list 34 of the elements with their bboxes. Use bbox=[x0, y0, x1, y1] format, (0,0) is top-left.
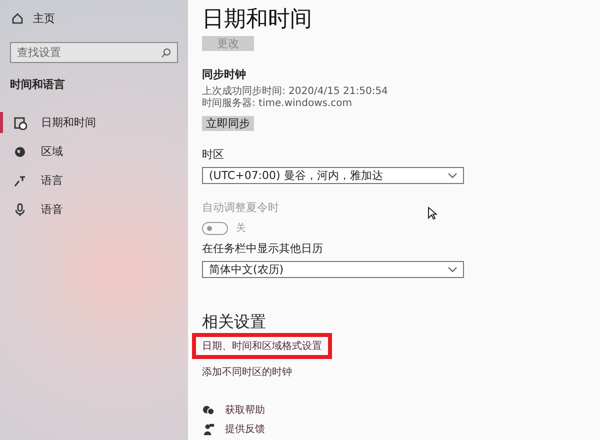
language-icon bbox=[13, 174, 27, 188]
time-server-text: 时间服务器: time.windows.com bbox=[202, 98, 352, 110]
toggle-state: 关 bbox=[236, 222, 246, 235]
microphone-icon bbox=[13, 202, 27, 216]
person-icon bbox=[202, 422, 215, 436]
help-link[interactable]: 提供反馈 bbox=[225, 422, 265, 436]
sync-now-button[interactable]: 立即同步 bbox=[202, 116, 254, 131]
mouse-cursor-icon bbox=[428, 207, 437, 220]
calendar-clock-icon bbox=[13, 116, 27, 130]
settings-link[interactable]: 日期、时间和区域格式设置 bbox=[192, 333, 332, 359]
section-heading: 时间和语言 bbox=[10, 77, 66, 92]
search-icon bbox=[161, 48, 171, 58]
nav-item[interactable]: 语言 bbox=[0, 170, 178, 191]
field-label: 自动调整夏令时 bbox=[202, 200, 279, 215]
field-label: 在任务栏中显示其他日历 bbox=[202, 241, 323, 256]
home-icon bbox=[12, 12, 23, 24]
calendar-dropdown[interactable]: 简体中文(农历) bbox=[202, 261, 464, 278]
settings-link[interactable]: 添加不同时区的时钟 bbox=[192, 359, 302, 385]
chevron-down-icon bbox=[448, 173, 457, 178]
timezone-dropdown[interactable]: (UTC+07:00) 曼谷，河内，雅加达 bbox=[202, 167, 464, 184]
nav-item[interactable]: 语音 bbox=[0, 199, 178, 220]
search-field[interactable]: 查找设置 bbox=[10, 42, 178, 63]
help-link[interactable]: 获取帮助 bbox=[225, 403, 265, 417]
chevron-down-icon bbox=[448, 267, 457, 272]
nav-item[interactable]: 区域 bbox=[0, 141, 178, 162]
globe-icon bbox=[13, 144, 27, 158]
field-label: 时区 bbox=[202, 147, 224, 162]
section-heading: 同步时钟 bbox=[202, 67, 246, 82]
section-heading: 相关设置 bbox=[202, 312, 266, 333]
nav-item[interactable]: 日期和时间 bbox=[0, 112, 178, 133]
last-sync-text: 上次成功同步时间: 2020/4/15 21:50:54 bbox=[202, 86, 388, 98]
home-link[interactable]: 主页 bbox=[33, 10, 55, 26]
chat-bubbles-icon bbox=[202, 404, 215, 416]
page-title: 日期和时间 bbox=[202, 6, 312, 32]
